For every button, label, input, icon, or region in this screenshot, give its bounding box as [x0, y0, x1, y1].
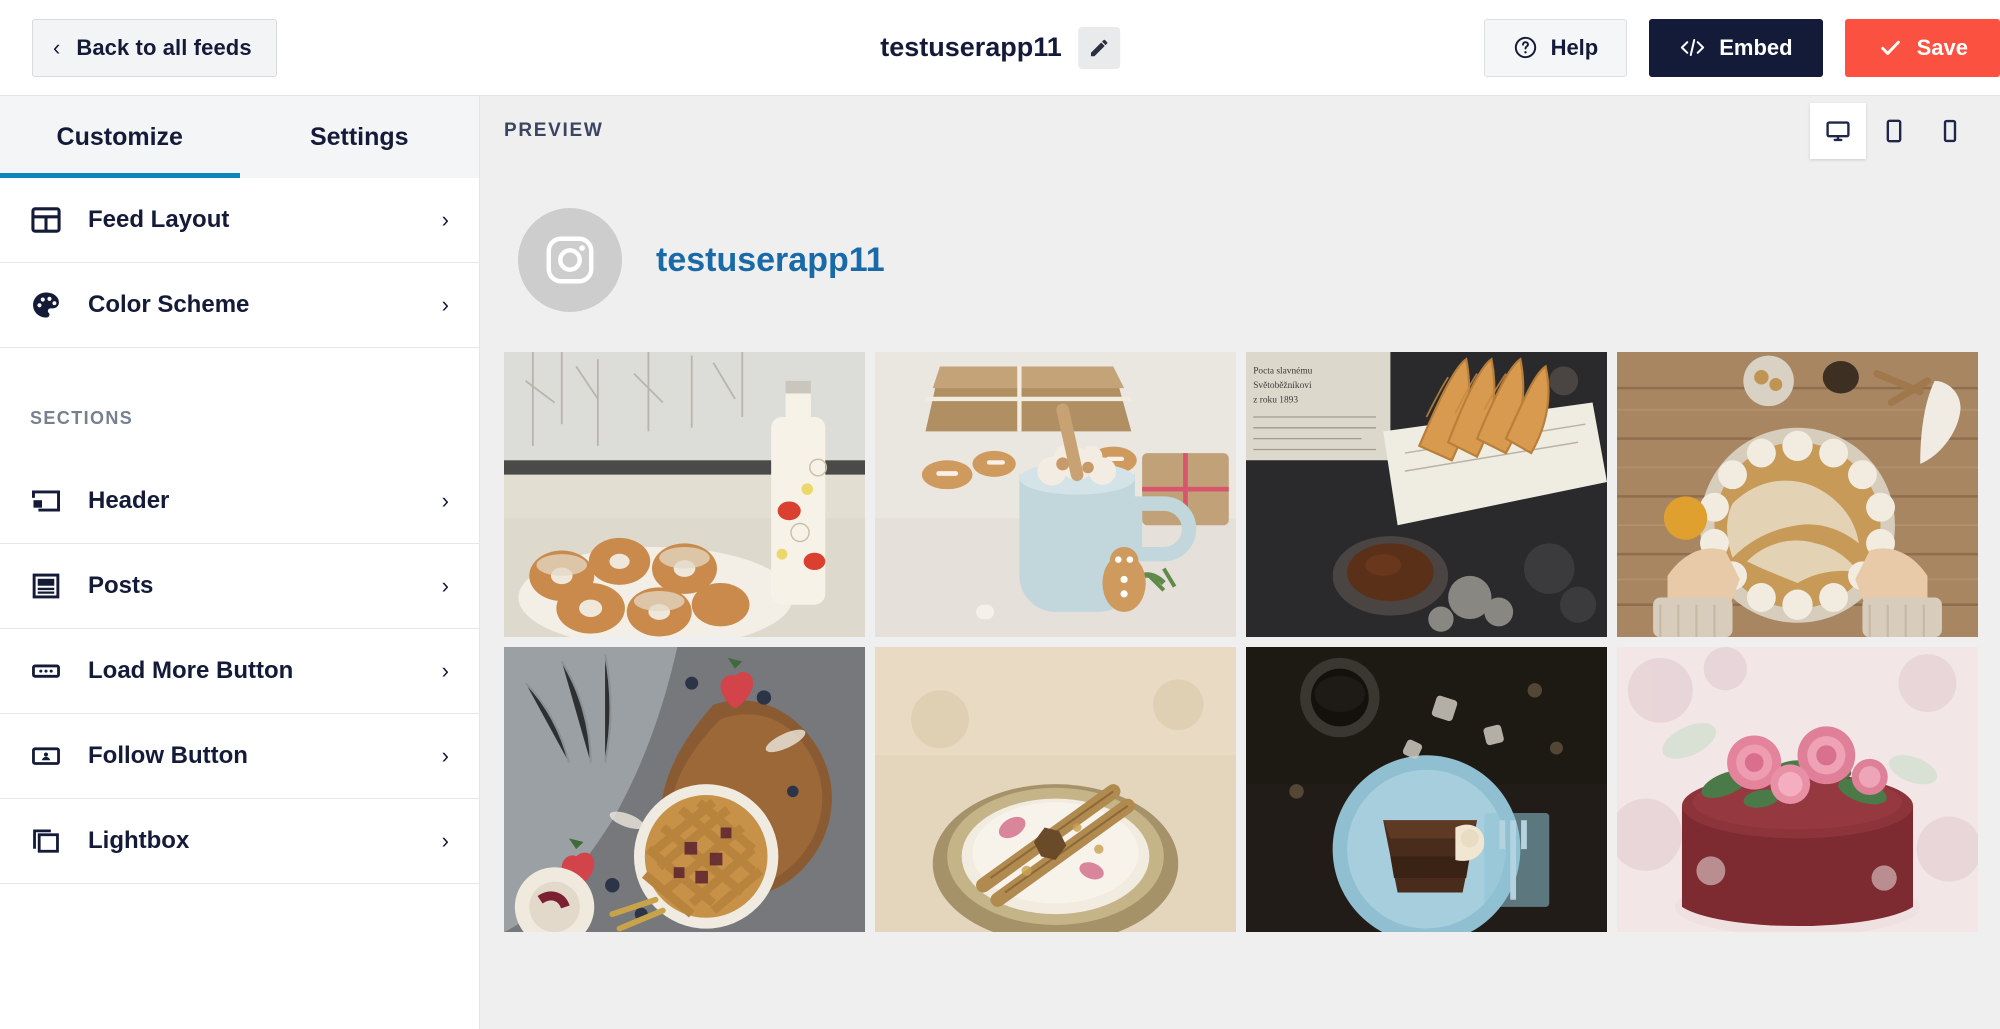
- preview-toolbar: PREVIEW: [480, 96, 2000, 166]
- help-button-label: Help: [1550, 34, 1599, 60]
- sidebar-item-lightbox[interactable]: Lightbox ›: [0, 799, 479, 884]
- preview-panel: PREVIEW testuserapp11 Pocta slavnému Svě…: [480, 96, 2000, 1029]
- save-button-label: Save: [1916, 34, 1968, 60]
- sidebar-item-label: Posts: [88, 572, 154, 599]
- photo-rose-cake: [1617, 647, 1978, 933]
- toolbar-actions: Help Embed Save: [1483, 0, 2000, 95]
- photo-choc-slice: [1246, 647, 1607, 933]
- photo-pie-wood: [1617, 352, 1978, 638]
- sidebar-item-label: Feed Layout: [88, 206, 230, 233]
- help-button[interactable]: Help: [1483, 18, 1628, 77]
- grid-photo-item[interactable]: Pocta slavnému Světoběžníkovi z roku 189…: [1246, 352, 1607, 638]
- posts-article-icon: [26, 570, 66, 602]
- avatar: [518, 208, 622, 312]
- save-button[interactable]: Save: [1844, 18, 2000, 77]
- sidebar-item-label: Color Scheme: [88, 291, 250, 318]
- lightbox-layers-icon: [26, 825, 66, 857]
- top-toolbar: ‹ Back to all feeds testuserapp11 Help E…: [0, 0, 2000, 96]
- sidebar-item-posts[interactable]: Posts ›: [0, 544, 479, 629]
- sidebar-tabs: Customize Settings: [0, 96, 479, 178]
- instagram-icon: [546, 236, 594, 284]
- edit-title-button[interactable]: [1077, 26, 1120, 69]
- photo-cocoa: [875, 352, 1236, 638]
- mobile-icon: [1943, 119, 1957, 143]
- device-desktop-button[interactable]: [1810, 103, 1866, 159]
- tab-customize-label: Customize: [56, 122, 183, 151]
- photo-donuts: [504, 352, 865, 638]
- svg-text:Pocta slavnému: Pocta slavnému: [1253, 367, 1312, 377]
- sections-menu-group: Header › Posts › Load More Button › Foll…: [0, 459, 479, 884]
- chevron-right-icon: ›: [441, 573, 449, 598]
- palette-icon: [26, 289, 66, 321]
- photo-churros: Pocta slavnému Světoběžníkovi z roku 189…: [1246, 352, 1607, 638]
- chevron-right-icon: ›: [441, 658, 449, 683]
- sidebar-item-load-more-button[interactable]: Load More Button ›: [0, 629, 479, 714]
- chevron-right-icon: ›: [441, 743, 449, 768]
- code-icon: [1681, 38, 1705, 57]
- sidebar-item-label: Load More Button: [88, 657, 294, 684]
- grid-photo-item[interactable]: [875, 647, 1236, 933]
- chevron-left-icon: ‹: [53, 34, 61, 60]
- sidebar-spacer: [0, 348, 479, 400]
- sidebar-item-label: Follow Button: [88, 742, 248, 769]
- load-more-dots-icon: [26, 655, 66, 687]
- chevron-right-icon: ›: [441, 828, 449, 853]
- pencil-icon: [1090, 39, 1108, 56]
- tab-settings[interactable]: Settings: [239, 96, 479, 178]
- device-toggle-group: [1810, 103, 1978, 159]
- grid-photo-item[interactable]: [504, 647, 865, 933]
- account-header: testuserapp11: [504, 166, 1978, 352]
- question-circle-icon: [1514, 36, 1536, 59]
- chevron-right-icon: ›: [441, 488, 449, 513]
- grid-photo-item[interactable]: [1617, 647, 1978, 933]
- account-username-link[interactable]: testuserapp11: [656, 241, 885, 280]
- back-button-label: Back to all feeds: [76, 34, 252, 60]
- check-icon: [1880, 40, 1900, 55]
- preview-label: PREVIEW: [504, 120, 604, 141]
- tab-settings-label: Settings: [309, 122, 409, 151]
- sidebar-item-feed-layout[interactable]: Feed Layout ›: [0, 178, 479, 263]
- device-mobile-button[interactable]: [1922, 103, 1978, 159]
- sidebar-item-color-scheme[interactable]: Color Scheme ›: [0, 263, 479, 348]
- desktop-icon: [1826, 121, 1850, 142]
- back-to-all-feeds-button[interactable]: ‹ Back to all feeds: [32, 18, 277, 77]
- embed-button-label: Embed: [1719, 34, 1793, 60]
- main-body: Customize Settings Feed Layout › Color S…: [0, 96, 2000, 1029]
- page-title: testuserapp11: [880, 32, 1062, 62]
- feed-title-group: testuserapp11: [880, 26, 1120, 69]
- sidebar-item-header[interactable]: Header ›: [0, 459, 479, 544]
- chevron-right-icon: ›: [441, 207, 449, 232]
- customizer-sidebar: Customize Settings Feed Layout › Color S…: [0, 96, 480, 1029]
- svg-text:z roku 1893: z roku 1893: [1253, 396, 1298, 406]
- grid-photo-item[interactable]: [1617, 352, 1978, 638]
- preview-content: testuserapp11 Pocta slavnému Světoběžník…: [480, 166, 2000, 1029]
- photo-cinnamon-cup: [875, 647, 1236, 933]
- device-tablet-button[interactable]: [1866, 103, 1922, 159]
- photo-lattice-pie: [504, 647, 865, 933]
- follow-person-icon: [26, 740, 66, 772]
- sidebar-item-label: Header: [88, 487, 170, 514]
- tablet-icon: [1886, 119, 1902, 143]
- grid-photo-item[interactable]: [504, 352, 865, 638]
- primary-menu-group: Feed Layout › Color Scheme ›: [0, 178, 479, 348]
- embed-button[interactable]: Embed: [1649, 18, 1823, 77]
- grid-photo-item[interactable]: [1246, 647, 1607, 933]
- sections-heading: SECTIONS: [0, 400, 479, 459]
- tab-customize[interactable]: Customize: [0, 96, 240, 178]
- sidebar-item-follow-button[interactable]: Follow Button ›: [0, 714, 479, 799]
- svg-text:Světoběžníkovi: Světoběžníkovi: [1253, 381, 1312, 391]
- chevron-right-icon: ›: [441, 292, 449, 317]
- photo-grid: Pocta slavnému Světoběžníkovi z roku 189…: [504, 352, 1978, 933]
- feed-customizer-app: ‹ Back to all feeds testuserapp11 Help E…: [0, 0, 2000, 1029]
- header-block-icon: [26, 485, 66, 517]
- grid-layout-icon: [26, 204, 66, 236]
- sidebar-item-label: Lightbox: [88, 827, 190, 854]
- grid-photo-item[interactable]: [875, 352, 1236, 638]
